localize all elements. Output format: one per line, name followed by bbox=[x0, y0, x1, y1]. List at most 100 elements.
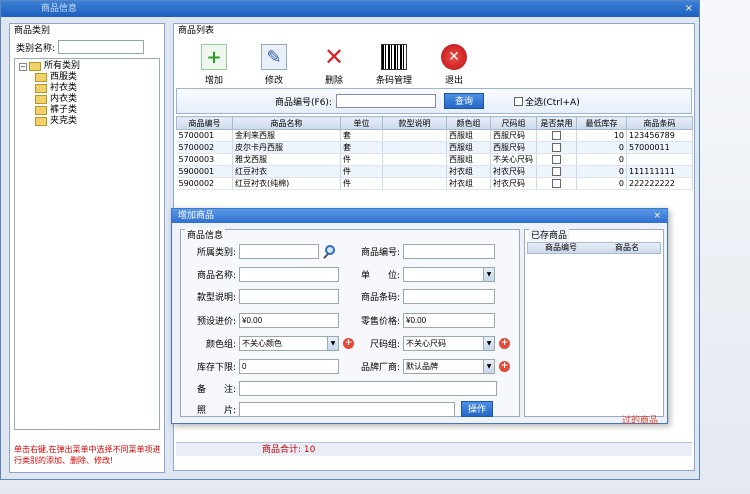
column-header[interactable]: 最低库存 bbox=[576, 116, 627, 130]
category-name-input[interactable] bbox=[58, 40, 145, 54]
column-header[interactable]: 单位 bbox=[340, 116, 383, 130]
code-row: 商品编号: bbox=[349, 244, 495, 259]
table-row[interactable]: 5700003 雅戈西服 件 西服组 不关心尺码 0 bbox=[176, 153, 693, 166]
category-input[interactable] bbox=[239, 244, 319, 259]
code-input[interactable] bbox=[403, 244, 495, 259]
existing-products-legend: 已存商品 bbox=[529, 228, 570, 241]
photo-browse-button[interactable]: 操作 bbox=[461, 401, 494, 417]
color-label: 颜色组: bbox=[205, 340, 236, 350]
table-row[interactable]: 5900001 红豆衬衣 件 衬衣组 衬衣尺码 0 111111111 bbox=[176, 165, 693, 178]
search-icon[interactable] bbox=[323, 244, 337, 259]
disabled-cell[interactable] bbox=[536, 129, 577, 142]
product-code-input[interactable] bbox=[335, 94, 436, 108]
tree-item-1[interactable]: 衬衣类 bbox=[19, 83, 155, 94]
select-all-checkbox[interactable]: 全选(Ctrl+A) bbox=[513, 95, 580, 108]
table-row[interactable]: 5700001 金利来西服 套 西服组 西服尺码 10 123456789 bbox=[176, 129, 693, 142]
column-header[interactable]: 尺码组 bbox=[490, 116, 537, 130]
edit-button[interactable]: ✎ 修改 bbox=[244, 38, 304, 88]
brand-select[interactable]: 默认品牌 ▼ bbox=[403, 359, 495, 374]
product-code-label: 商品编号(F6): bbox=[275, 97, 332, 108]
checkbox-icon[interactable] bbox=[552, 179, 561, 188]
cell: 西服尺码 bbox=[490, 141, 537, 154]
cell: 0 bbox=[576, 141, 627, 154]
column-header[interactable]: 商品名 bbox=[594, 243, 660, 253]
exit-icon: ✕ bbox=[441, 44, 467, 70]
note-row: 备 注: bbox=[185, 381, 497, 396]
column-header[interactable]: 款型说明 bbox=[382, 116, 447, 130]
cell: 件 bbox=[340, 165, 383, 178]
code-label: 商品编号: bbox=[360, 248, 400, 258]
brand-label: 品牌厂商: bbox=[360, 363, 400, 373]
column-header[interactable]: 是否禁用 bbox=[536, 116, 577, 130]
tree-item-label: 夹克类 bbox=[50, 116, 78, 126]
column-header[interactable]: 商品编号 bbox=[528, 243, 594, 253]
min-stock-input[interactable] bbox=[239, 359, 339, 374]
tree-item-3[interactable]: 裤子类 bbox=[19, 105, 155, 116]
delete-button-label: 删除 bbox=[324, 76, 343, 86]
exit-button[interactable]: ✕ 退出 bbox=[424, 38, 484, 88]
style-input[interactable] bbox=[239, 289, 339, 304]
folder-icon bbox=[35, 73, 47, 82]
barcode-input[interactable] bbox=[403, 289, 495, 304]
note-input[interactable] bbox=[239, 381, 497, 396]
cell bbox=[382, 165, 447, 178]
tree-item-0[interactable]: 西服类 bbox=[19, 72, 155, 83]
table-row[interactable]: 5900002 红豆衬衣(纯棉) 件 衬衣组 衬衣尺码 0 222222222 bbox=[176, 177, 693, 190]
cell: 金利来西服 bbox=[232, 129, 341, 142]
cell: 红豆衬衣(纯棉) bbox=[232, 177, 341, 190]
table-row[interactable]: 5700002 皮尔卡丹西服 套 西服组 西服尺码 0 57000011 bbox=[176, 141, 693, 154]
product-info-legend: 商品信息 bbox=[185, 228, 226, 241]
checkbox-icon[interactable] bbox=[552, 167, 561, 176]
cell: 5900001 bbox=[176, 165, 233, 178]
chevron-down-icon[interactable]: ▼ bbox=[327, 337, 338, 350]
edit-icon: ✎ bbox=[261, 44, 287, 70]
chevron-down-icon[interactable]: ▼ bbox=[483, 268, 494, 281]
column-header[interactable]: 颜色组 bbox=[446, 116, 491, 130]
main-window: 商品信息 × 商品类别 类别名称: − 所有类别 西服类 衬衣类 内衣类 裤子类… bbox=[0, 0, 700, 480]
add-size-icon[interactable]: + bbox=[499, 338, 510, 349]
chevron-down-icon[interactable]: ▼ bbox=[483, 337, 494, 350]
name-input[interactable] bbox=[239, 267, 339, 282]
size-select[interactable]: 不关心尺码 ▼ bbox=[403, 336, 495, 351]
exit-button-label: 退出 bbox=[444, 76, 463, 86]
close-icon[interactable]: × bbox=[653, 209, 661, 223]
cell: 5700002 bbox=[176, 141, 233, 154]
disabled-cell[interactable] bbox=[536, 177, 577, 190]
tree-item-label: 衬衣类 bbox=[50, 83, 78, 93]
column-header[interactable]: 商品编号 bbox=[176, 116, 233, 130]
close-icon[interactable]: × bbox=[685, 1, 693, 17]
checkbox-icon[interactable] bbox=[552, 131, 561, 140]
tree-item-4[interactable]: 夹克类 bbox=[19, 116, 155, 127]
product-info-group: 商品信息 所属类别: 商品编号: 商品名称: 单 位: ▼ 款型说明: 商品条码… bbox=[180, 228, 520, 417]
style-label: 款型说明: bbox=[196, 293, 236, 303]
disabled-cell[interactable] bbox=[536, 153, 577, 166]
unit-row: 单 位: ▼ bbox=[349, 267, 495, 282]
retail-row: 零售价格: bbox=[349, 313, 495, 328]
size-label: 尺码组: bbox=[369, 340, 400, 350]
chevron-down-icon[interactable]: ▼ bbox=[483, 360, 494, 373]
tree-item-2[interactable]: 内衣类 bbox=[19, 94, 155, 105]
add-button[interactable]: + 增加 bbox=[184, 38, 244, 88]
barcode-button[interactable]: 条码管理 bbox=[364, 38, 424, 88]
unit-select[interactable]: ▼ bbox=[403, 267, 495, 282]
cell: 皮尔卡丹西服 bbox=[232, 141, 341, 154]
cell: 57000011 bbox=[626, 141, 693, 154]
delete-button[interactable]: ✕ 删除 bbox=[304, 38, 364, 88]
tree-root[interactable]: − 所有类别 bbox=[19, 61, 155, 72]
search-button[interactable]: 查询 bbox=[443, 93, 484, 109]
photo-input[interactable] bbox=[239, 401, 455, 417]
disabled-cell[interactable] bbox=[536, 141, 577, 154]
cell: 衬衣尺码 bbox=[490, 165, 537, 178]
retail-input[interactable] bbox=[403, 313, 495, 328]
photo-row: 照 片: 操作 bbox=[185, 401, 494, 417]
disabled-cell[interactable] bbox=[536, 165, 577, 178]
purchase-input[interactable] bbox=[239, 313, 339, 328]
checkbox-icon[interactable] bbox=[552, 143, 561, 152]
column-header[interactable]: 商品名称 bbox=[232, 116, 341, 130]
dialog-title: 增加商品 bbox=[178, 211, 215, 221]
column-header[interactable]: 商品条码 bbox=[626, 116, 693, 130]
checkbox-icon[interactable] bbox=[552, 155, 561, 164]
collapse-icon[interactable]: − bbox=[19, 62, 27, 71]
add-brand-icon[interactable]: + bbox=[499, 361, 510, 372]
color-select[interactable]: 不关心颜色 ▼ bbox=[239, 336, 339, 351]
